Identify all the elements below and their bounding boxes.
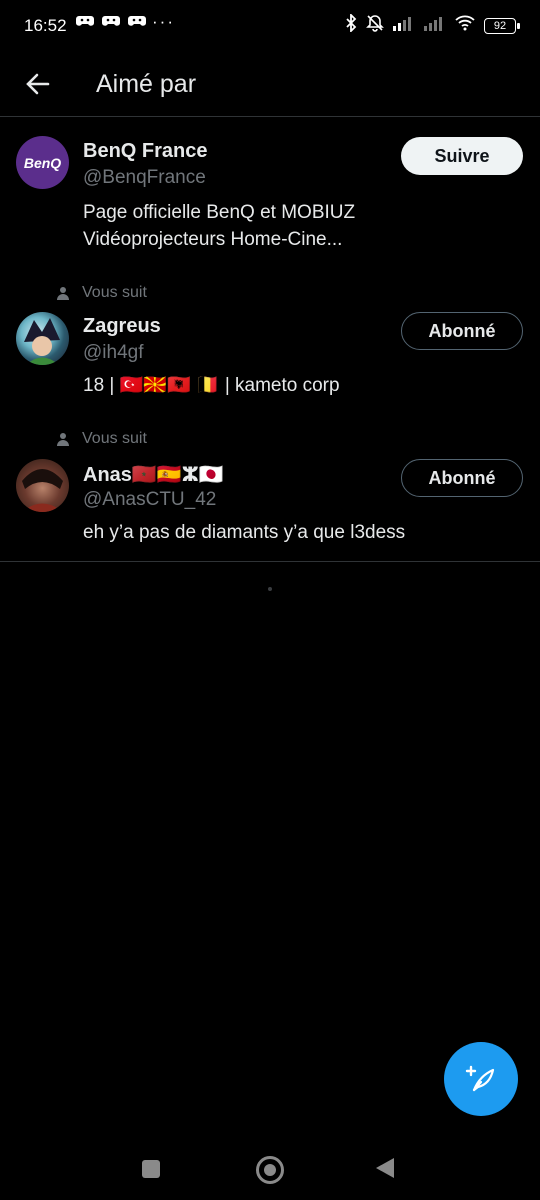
follows-you-text: Vous suit (82, 284, 147, 301)
system-nav-bar (0, 1130, 540, 1200)
following-button[interactable]: Abonné (401, 459, 523, 497)
avatar[interactable] (16, 312, 69, 365)
follow-button[interactable]: Suivre (401, 137, 523, 175)
person-icon (57, 287, 69, 300)
recents-button[interactable] (142, 1160, 160, 1178)
user-bio: eh y’a pas de diamants y’a que l3dess (83, 522, 406, 543)
follows-you-text: Vous suit (82, 430, 147, 447)
compose-tweet-icon (465, 1065, 495, 1092)
arrow-left-icon (26, 73, 50, 95)
notification-icons (76, 14, 146, 28)
page-header: Aimé par (0, 54, 540, 116)
user-name[interactable]: Zagreus (83, 315, 161, 338)
user-handle: @BenqFrance (83, 167, 206, 188)
divider (0, 116, 540, 117)
status-time: 16:52 (24, 16, 67, 35)
battery-icon: 92 (484, 17, 520, 34)
gamepad-icon (102, 14, 120, 28)
follows-you-label: Vous suit (56, 284, 147, 302)
status-bar: 16:52 ··· 92 (0, 0, 540, 54)
signal-icon (393, 15, 415, 36)
user-handle: @AnasCTU_42 (83, 489, 217, 510)
user-bio: 18 | 🇹🇷🇲🇰🇦🇱 🇧🇪 | kameto corp (83, 375, 340, 396)
back-button[interactable] (22, 68, 54, 100)
gamepad-icon (76, 14, 94, 28)
person-icon (57, 433, 69, 446)
compose-tweet-button[interactable] (444, 1042, 518, 1116)
avatar-illustration (24, 318, 60, 365)
bell-muted-icon (366, 14, 384, 37)
avatar[interactable] (16, 459, 69, 512)
page-title: Aimé par (96, 70, 197, 98)
avatar[interactable]: BenQ (16, 136, 69, 189)
divider (0, 561, 540, 562)
more-notifications-icon: ··· (152, 12, 175, 31)
gamepad-icon (128, 14, 146, 28)
benq-logo: BenQ (23, 154, 62, 171)
user-name[interactable]: BenQ France (83, 140, 207, 163)
loading-indicator (268, 587, 272, 591)
signal-icon (424, 15, 446, 36)
follows-you-label: Vous suit (56, 430, 147, 448)
bluetooth-icon (345, 12, 357, 37)
user-bio: Page officielle BenQ et MOBIUZ Vidéoproj… (83, 202, 356, 250)
wifi-icon (455, 15, 475, 36)
home-button[interactable] (256, 1156, 284, 1184)
user-name[interactable]: Anas🇲🇦🇪🇸ⵣ🇯🇵 (83, 462, 224, 487)
back-nav-button[interactable] (376, 1158, 394, 1178)
user-handle: @ih4gf (83, 342, 144, 363)
avatar-illustration (22, 469, 63, 512)
system-icons: 92 (345, 12, 520, 37)
following-button[interactable]: Abonné (401, 312, 523, 350)
